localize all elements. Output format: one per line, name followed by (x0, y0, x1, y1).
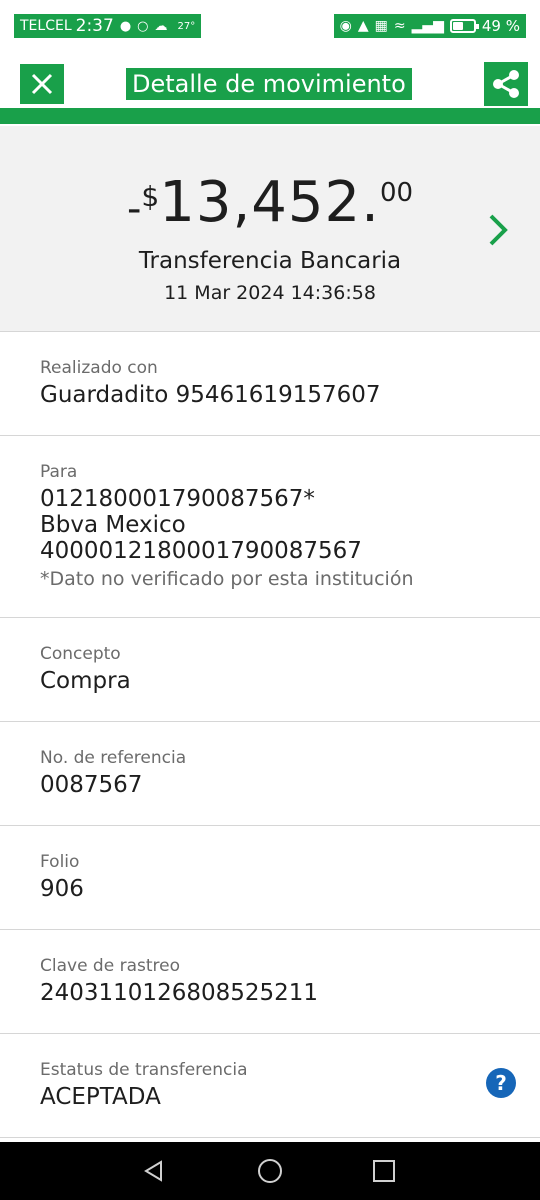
detail-para: Para 012180001790087567* Bbva Mexico 400… (0, 436, 540, 618)
clock: 2:37 (75, 16, 114, 36)
help-icon[interactable]: ? (486, 1068, 516, 1098)
page-title: Detalle de movimiento (126, 68, 412, 100)
detail-concepto: Concepto Compra (0, 618, 540, 722)
para-clabe: 012180001790087567* (40, 486, 315, 512)
movement-summary: -$13,452.00 Transferencia Bancaria 11 Ma… (0, 126, 540, 332)
para-note: *Dato no verificado por esta institución (40, 568, 414, 590)
temperature: 27° (177, 20, 196, 32)
amount-currency: $ (141, 180, 160, 213)
back-button[interactable] (124, 1142, 184, 1200)
status-bar: TELCEL 2:37 ● ○ ☁ 27° ◉ ▲ ▦ ≈ ▂▄▆ 49 % (0, 0, 540, 52)
battery-icon (449, 19, 479, 33)
share-button[interactable] (484, 62, 528, 106)
rastreo-value: 2403110126808525211 (40, 980, 319, 1006)
detail-clave-rastreo: Clave de rastreo 2403110126808525211 (0, 930, 540, 1034)
back-icon (144, 1160, 162, 1182)
chat-icon: ● (119, 18, 132, 34)
amount-integer: 13,452. (159, 170, 380, 235)
concepto-label: Concepto (40, 644, 121, 664)
concepto-value: Compra (40, 668, 131, 694)
realizado-label: Realizado con (40, 358, 158, 378)
chevron-right-icon[interactable] (486, 212, 510, 248)
wifi-icon: ≈ (393, 18, 406, 34)
vibrate-icon: ▦ (374, 18, 388, 34)
home-icon (258, 1159, 282, 1183)
detail-folio: Folio 906 (0, 826, 540, 930)
rastreo-label: Clave de rastreo (40, 956, 180, 976)
folio-label: Folio (40, 852, 80, 872)
para-account: 4000012180001790087567 (40, 538, 362, 564)
para-label: Para (40, 462, 78, 482)
amount-sign: - (126, 186, 142, 232)
share-icon (493, 70, 519, 98)
para-bank: Bbva Mexico (40, 512, 186, 538)
home-button[interactable] (240, 1142, 300, 1200)
folio-value: 906 (40, 876, 84, 902)
whatsapp-icon: ○ (137, 18, 149, 34)
recents-icon (373, 1160, 395, 1182)
battery-fill (452, 22, 463, 30)
location-icon: ▲ (357, 18, 369, 34)
movement-date: 11 Mar 2024 14:36:58 (164, 282, 376, 304)
detail-estatus: Estatus de transferencia ACEPTADA ? (0, 1034, 540, 1138)
close-button[interactable] (20, 64, 64, 104)
eye-icon: ◉ (339, 18, 352, 34)
referencia-value: 0087567 (40, 772, 143, 798)
detail-referencia: No. de referencia 0087567 (0, 722, 540, 826)
amount: -$13,452.00 (0, 170, 540, 235)
estatus-label: Estatus de transferencia (40, 1060, 248, 1080)
close-icon (31, 73, 53, 95)
amount-decimals: 00 (379, 178, 414, 208)
cloud-icon: ☁ (154, 18, 168, 34)
carrier-label: TELCEL (20, 18, 72, 34)
app-header: Detalle de movimiento (0, 52, 540, 124)
battery-percent: 49 % (481, 17, 520, 35)
system-nav-bar (0, 1142, 540, 1200)
status-left: TELCEL 2:37 ● ○ ☁ 27° (14, 14, 202, 38)
realizado-value: Guardadito 95461619157607 (40, 382, 381, 408)
signal-icon: ▂▄▆ (411, 18, 444, 34)
status-right: ◉ ▲ ▦ ≈ ▂▄▆ 49 % (333, 14, 526, 38)
detail-realizado-con: Realizado con Guardadito 95461619157607 (0, 332, 540, 436)
estatus-value: ACEPTADA (40, 1084, 161, 1110)
recents-button[interactable] (354, 1142, 414, 1200)
movement-type: Transferencia Bancaria (138, 248, 402, 274)
referencia-label: No. de referencia (40, 748, 187, 768)
